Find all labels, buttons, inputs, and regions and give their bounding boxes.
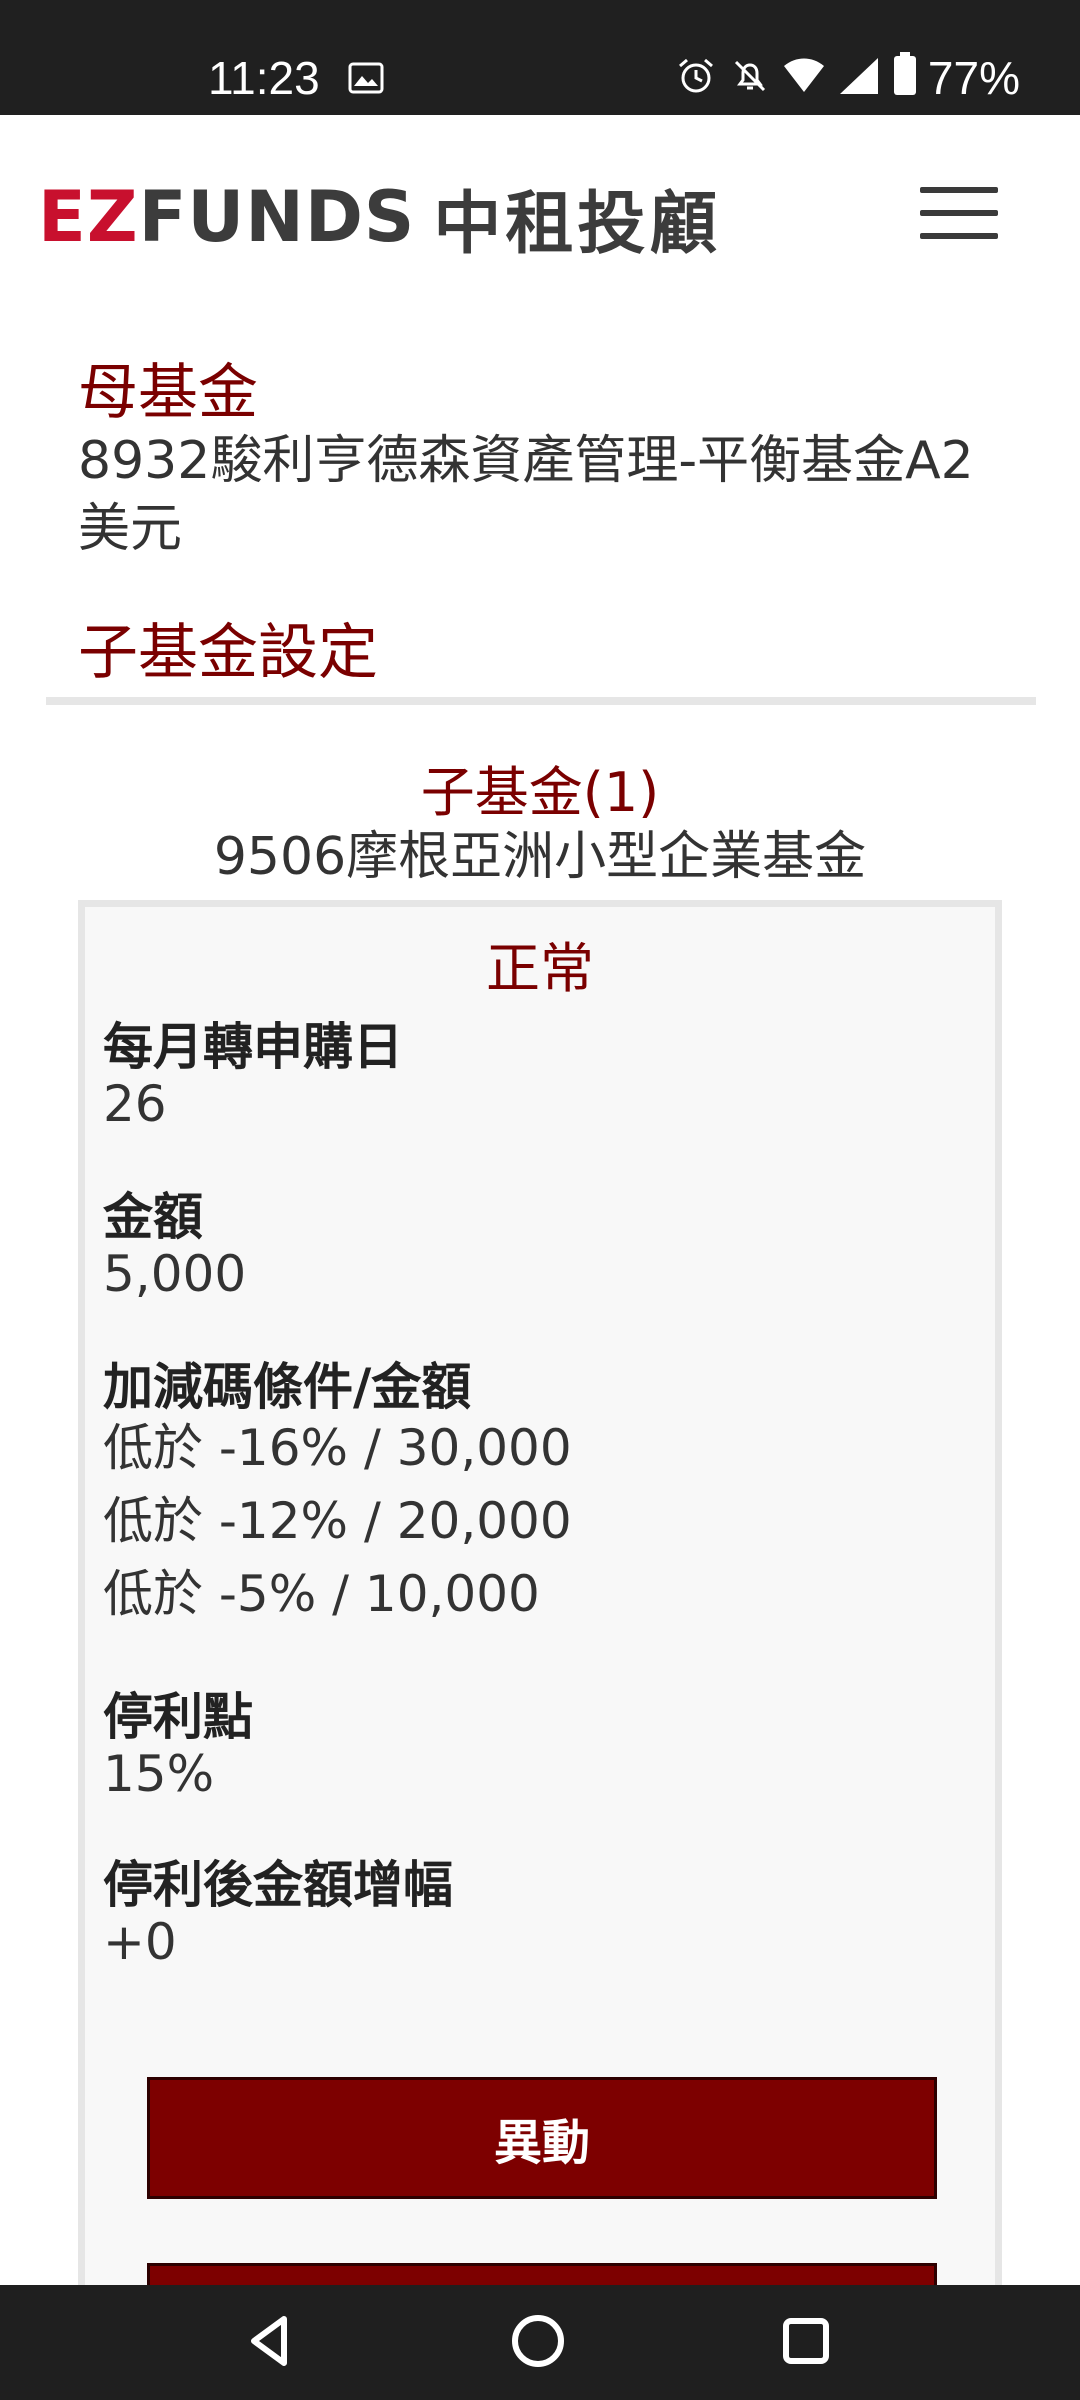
amount-value: 5,000 bbox=[103, 1245, 247, 1303]
menu-line bbox=[920, 233, 998, 239]
monthly-day-label: 每月轉申購日 bbox=[103, 1018, 403, 1076]
conditions-label: 加減碼條件/金額 bbox=[103, 1358, 472, 1416]
battery-percentage: 77% bbox=[927, 52, 1020, 104]
mother-fund-name: 8932駿利亨德森資產管理-平衡基金A2美元 bbox=[78, 431, 974, 559]
hamburger-menu-icon[interactable] bbox=[920, 187, 998, 239]
wifi-icon bbox=[784, 58, 824, 92]
image-icon bbox=[348, 62, 384, 94]
status-bar: 11:23 77% bbox=[0, 0, 1080, 115]
post-profit-label: 停利後金額增幅 bbox=[103, 1856, 453, 1914]
back-icon[interactable] bbox=[240, 2311, 300, 2371]
condition-line: 低於 -12% / 20,000 bbox=[103, 1492, 572, 1550]
notifications-off-icon bbox=[734, 60, 766, 92]
sub-fund-card: 正常 每月轉申購日 26 金額 5,000 加減碼條件/金額 低於 -16% /… bbox=[78, 900, 1002, 2323]
home-icon[interactable] bbox=[508, 2311, 568, 2371]
post-profit-value: +0 bbox=[103, 1913, 177, 1971]
menu-line bbox=[920, 210, 998, 216]
recents-icon[interactable] bbox=[776, 2311, 836, 2371]
logo-funds-text: FUNDS bbox=[138, 176, 416, 258]
status-time: 11:23 bbox=[208, 52, 320, 104]
take-profit-label: 停利點 bbox=[103, 1688, 253, 1746]
battery-icon bbox=[894, 52, 916, 95]
sub-fund-name: 9506摩根亞洲小型企業基金 bbox=[213, 827, 867, 887]
ezfunds-logo[interactable]: EZ FUNDS 中租投顧 bbox=[38, 176, 721, 264]
condition-line: 低於 -16% / 30,000 bbox=[103, 1419, 572, 1477]
condition-line: 低於 -5% / 10,000 bbox=[103, 1565, 540, 1623]
logo-chinese-text: 中租投顧 bbox=[433, 184, 722, 264]
system-nav-bar bbox=[0, 2285, 1080, 2400]
logo-ez-text: EZ bbox=[38, 176, 139, 258]
alarm-icon bbox=[679, 58, 713, 93]
app-header: EZ FUNDS 中租投顧 bbox=[0, 115, 1080, 315]
amount-label: 金額 bbox=[103, 1188, 203, 1246]
sub-fund-index: 子基金(1) bbox=[420, 761, 660, 824]
section-divider bbox=[46, 697, 1036, 705]
sub-fund-section-title: 子基金設定 bbox=[78, 618, 378, 688]
take-profit-value: 15% bbox=[103, 1745, 215, 1803]
monthly-day-value: 26 bbox=[103, 1075, 167, 1133]
signal-icon bbox=[840, 58, 878, 94]
mother-fund-title: 母基金 bbox=[78, 358, 258, 428]
menu-line bbox=[920, 187, 998, 193]
sub-fund-status: 正常 bbox=[486, 937, 594, 1000]
change-button[interactable]: 異動 bbox=[147, 2077, 937, 2199]
